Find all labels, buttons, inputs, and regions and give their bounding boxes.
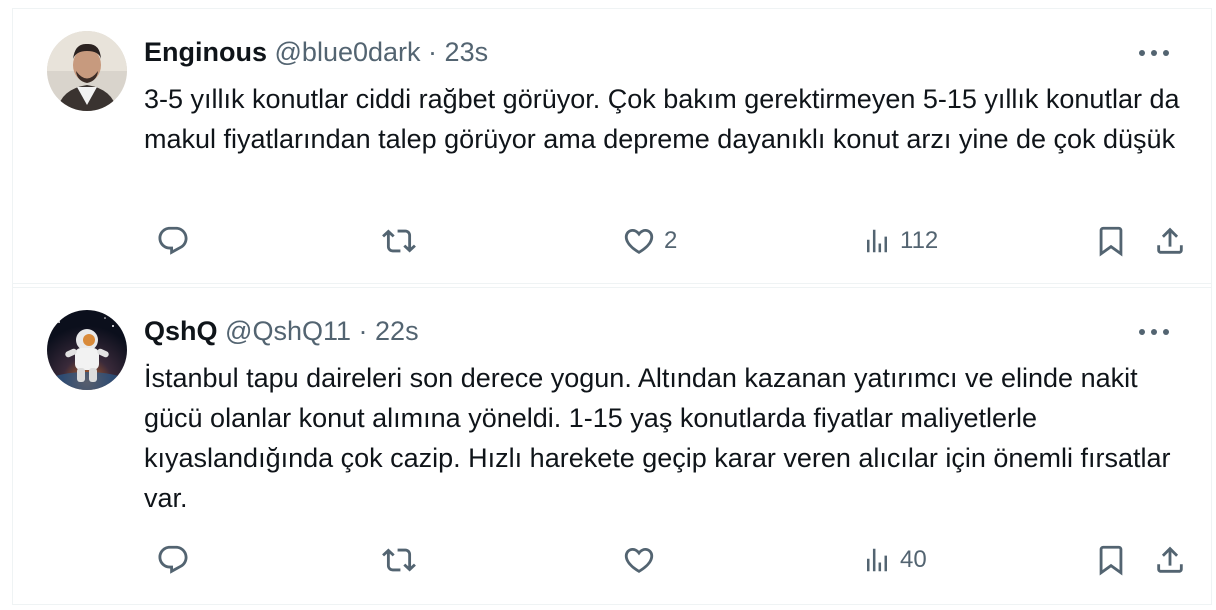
share-button[interactable] [1153, 540, 1187, 580]
views-count: 112 [900, 227, 939, 254]
tweet-text: İstanbul tapu daireleri son derece yogun… [144, 363, 1171, 513]
retweet-button[interactable] [382, 540, 424, 580]
retweet-icon [382, 543, 416, 577]
tweet[interactable]: QshQ @QshQ11 · 22s İstanbul tapu dairele… [13, 287, 1211, 605]
reply-button[interactable] [156, 540, 198, 580]
separator: · [428, 37, 438, 67]
tweet[interactable]: Enginous @blue0dark · 23s 3-5 yıllık kon… [13, 9, 1211, 284]
display-name[interactable]: QshQ [144, 316, 218, 346]
bookmark-icon [1094, 224, 1128, 258]
share-icon [1153, 543, 1187, 577]
avatar[interactable] [47, 310, 127, 390]
like-button[interactable]: 2 [622, 221, 677, 261]
views-button[interactable]: 112 [862, 221, 938, 261]
bookmark-button[interactable] [1094, 221, 1128, 261]
like-count: 2 [664, 227, 678, 254]
like-button[interactable] [622, 540, 664, 580]
views-icon [862, 543, 892, 577]
bookmark-icon [1094, 543, 1128, 577]
display-name[interactable]: Enginous [144, 37, 267, 67]
retweet-button[interactable] [382, 221, 424, 261]
reply-icon [156, 224, 190, 258]
views-button[interactable]: 40 [862, 540, 927, 580]
user-handle[interactable]: @blue0dark [275, 37, 421, 67]
views-icon [862, 224, 892, 258]
action-bar: 40 [144, 540, 1184, 580]
separator: · [358, 316, 368, 346]
reply-icon [156, 543, 190, 577]
timeline: Enginous @blue0dark · 23s 3-5 yıllık kon… [12, 8, 1212, 605]
heart-icon [622, 224, 656, 258]
share-icon [1153, 224, 1187, 258]
tweet-text: 3-5 yıllık konutlar ciddi rağbet görüyor… [144, 84, 1180, 154]
avatar[interactable] [47, 31, 127, 111]
tweet-header: Enginous @blue0dark · 23s [144, 35, 488, 69]
timestamp[interactable]: 23s [445, 37, 489, 67]
user-handle[interactable]: @QshQ11 [225, 316, 351, 346]
reply-button[interactable] [156, 221, 198, 261]
more-icon[interactable] [1137, 43, 1171, 63]
retweet-icon [382, 224, 416, 258]
action-bar: 2 112 [144, 221, 1184, 261]
views-count: 40 [900, 546, 927, 573]
bookmark-button[interactable] [1094, 540, 1128, 580]
more-icon[interactable] [1137, 322, 1171, 342]
share-button[interactable] [1153, 221, 1187, 261]
tweet-header: QshQ @QshQ11 · 22s [144, 314, 419, 348]
timestamp[interactable]: 22s [375, 316, 419, 346]
heart-icon [622, 543, 656, 577]
